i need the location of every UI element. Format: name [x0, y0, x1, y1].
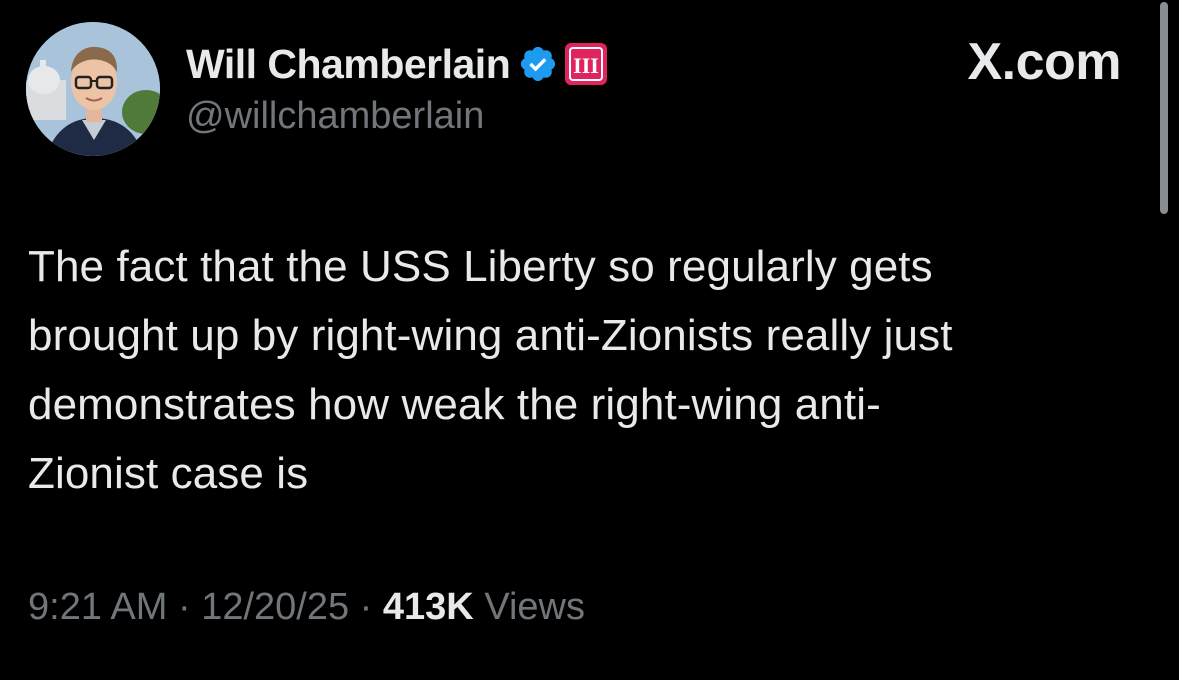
- author-name-row: Will Chamberlain III: [186, 40, 608, 88]
- views-label: Views: [484, 586, 585, 628]
- views-count[interactable]: 413K: [383, 586, 474, 628]
- avatar[interactable]: [26, 22, 160, 156]
- author-handle[interactable]: @willchamberlain: [186, 95, 484, 138]
- scrollbar-thumb[interactable]: [1160, 2, 1168, 214]
- roman-numeral-three-icon: III: [564, 42, 608, 86]
- tweet-text: The fact that the USS Liberty so regular…: [28, 242, 953, 498]
- verified-badge-icon: [518, 44, 558, 84]
- author-display-name[interactable]: Will Chamberlain: [186, 41, 511, 88]
- tweet-meta: 9:21 AM · 12/20/25 · 413K Views: [28, 586, 585, 629]
- tweet-time[interactable]: 9:21 AM: [28, 586, 167, 628]
- x-com-logo: X.com: [967, 33, 1121, 91]
- meta-separator: ·: [349, 586, 383, 628]
- tweet-card: Will Chamberlain III @willchamberlain X.…: [0, 0, 1179, 680]
- tweet-date[interactable]: 12/20/25: [201, 586, 349, 628]
- meta-separator: ·: [167, 586, 202, 628]
- affiliation-glyph: III: [573, 53, 599, 78]
- avatar-image: [26, 22, 160, 156]
